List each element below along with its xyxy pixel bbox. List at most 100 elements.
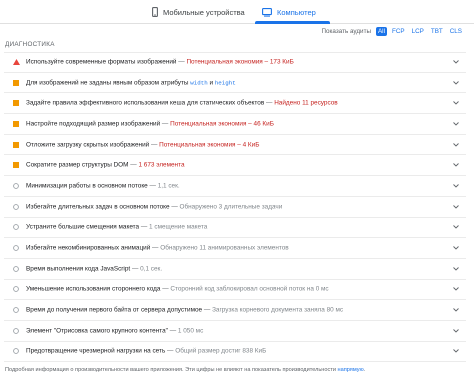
audit-row[interactable]: Избегайте некомбинированных анимаций — О… (4, 238, 466, 259)
filter-chip-cls[interactable]: CLS (448, 27, 464, 36)
audit-text: Используйте современные форматы изображе… (26, 59, 444, 66)
footnote-link[interactable]: напрямую (338, 367, 364, 373)
desktop-monitor-icon (262, 7, 272, 17)
info-circle-icon (13, 265, 19, 272)
audit-row[interactable]: Отложите загрузку скрытых изображений — … (4, 135, 466, 156)
info-circle-icon (13, 348, 19, 355)
info-circle-icon (13, 286, 19, 293)
audit-row[interactable]: Устраните большие смещения макета — 1 см… (4, 218, 466, 239)
chevron-down-icon[interactable] (453, 349, 459, 354)
audit-detail: Потенциальная экономия – 46 КиБ (170, 120, 274, 128)
audit-separator: — (149, 141, 160, 149)
info-circle-icon (13, 327, 19, 334)
chevron-down-icon[interactable] (453, 204, 459, 209)
filter-chip-all[interactable]: All (375, 27, 387, 36)
footnote-end: . (363, 367, 366, 373)
audit-row[interactable]: Время до получения первого байта от серв… (4, 300, 466, 321)
audit-row[interactable]: Настройте подходящий размер изображений … (4, 114, 466, 135)
audit-row[interactable]: Предотвращение чрезмерной нагрузки на се… (4, 342, 466, 363)
chevron-down-icon[interactable] (453, 60, 459, 64)
audit-text: Избегайте некомбинированных анимаций — О… (26, 245, 444, 252)
audit-row[interactable]: Для изображений не заданы явным образом … (4, 73, 466, 94)
audit-text: Уменьшение использования стороннего кода… (26, 286, 444, 293)
audit-separator: — (202, 306, 213, 314)
average-square-icon (13, 120, 19, 127)
audit-detail: Потенциальная экономия – 173 КиБ (186, 58, 294, 66)
audit-title-conjunction: и (207, 79, 215, 87)
chevron-down-icon[interactable] (453, 163, 459, 167)
audit-detail: Сторонний код заблокировал основной пото… (170, 285, 329, 293)
chevron-down-icon[interactable] (453, 308, 459, 312)
audit-detail: Потенциальная экономия – 4 КиБ (159, 141, 260, 149)
chevron-down-icon[interactable] (453, 246, 459, 250)
audit-text: Элемент "Отрисовка самого крупного конте… (26, 327, 444, 334)
audit-title: Избегайте некомбинированных анимаций (26, 244, 151, 252)
audit-title: Устраните большие смещения макета (26, 223, 140, 231)
audit-title: Время до получения первого байта от серв… (26, 306, 203, 314)
chevron-down-icon[interactable] (453, 225, 459, 229)
audit-text: Время до получения первого байта от серв… (26, 307, 444, 314)
audit-text: Отложите загрузку скрытых изображений — … (26, 141, 444, 148)
audit-text: Время выполнения кода JavaScript — 0,1 с… (26, 265, 444, 272)
chevron-down-icon[interactable] (453, 142, 459, 147)
audit-title: Для изображений не заданы явным образом … (26, 79, 191, 87)
audit-row[interactable]: Избегайте длительных задач в основном по… (4, 197, 466, 218)
audit-text: Для изображений не заданы явным образом … (26, 79, 444, 86)
audit-detail: Загрузка корневого документа заняла 80 м… (212, 306, 344, 314)
audit-text: Избегайте длительных задач в основном по… (26, 203, 444, 210)
audit-title: Элемент "Отрисовка самого крупного конте… (26, 327, 168, 335)
code-height: height (214, 79, 236, 87)
chevron-down-icon[interactable] (453, 80, 459, 85)
filter-chip-fcp[interactable]: FCP (390, 27, 407, 36)
filter-chip-lcp[interactable]: LCP (410, 27, 426, 36)
info-circle-icon (13, 245, 19, 251)
audit-row[interactable]: Минимизация работы в основном потоке — 1… (4, 176, 466, 197)
audit-title: Отложите загрузку скрытых изображений (26, 141, 150, 149)
audit-text: Настройте подходящий размер изображений … (26, 120, 444, 127)
chevron-down-icon[interactable] (453, 266, 459, 271)
audit-filter: Показать аудиты All FCP LCP TBT CLS (321, 26, 464, 37)
audit-separator: — (264, 99, 275, 107)
audit-detail: Общий размер достиг 838 КиБ (175, 347, 267, 355)
tab-mobile[interactable]: Мобильные устройства (152, 0, 245, 24)
audit-row[interactable]: Элемент "Отрисовка самого крупного конте… (4, 321, 466, 342)
audit-detail: Обнаружено 3 длительные задачи (179, 203, 283, 211)
diagnostics-heading: ДИАГНОСТИКА (5, 41, 55, 48)
audit-separator: — (165, 347, 176, 355)
chevron-down-icon[interactable] (453, 184, 459, 188)
audit-separator: — (167, 327, 178, 335)
audit-separator: — (150, 244, 161, 252)
audit-detail: 1,1 сек. (157, 182, 180, 190)
chevron-down-icon[interactable] (453, 287, 459, 292)
diagnostics-footnote: Подробная информация о производительност… (5, 367, 365, 373)
info-circle-icon (13, 203, 19, 210)
audit-separator: — (139, 223, 150, 231)
chevron-down-icon[interactable] (453, 328, 459, 333)
chevron-down-icon[interactable] (453, 101, 459, 105)
audit-separator: — (160, 285, 171, 293)
audit-title: Избегайте длительных задач в основном по… (26, 203, 170, 211)
audit-detail: Обнаружено 11 анимированных элементов (160, 244, 289, 252)
audit-text: Задайте правила эффективного использован… (26, 100, 444, 107)
average-square-icon (13, 79, 19, 86)
audit-separator: — (128, 161, 139, 169)
audit-row[interactable]: Уменьшение использования стороннего кода… (4, 280, 466, 301)
audit-title: Задайте правила эффективного использован… (26, 99, 265, 107)
chevron-down-icon[interactable] (453, 122, 459, 126)
audit-row[interactable]: Сократите размер структуры DOM — 1 673 э… (4, 155, 466, 177)
average-square-icon (13, 141, 19, 148)
audit-text: Минимизация работы в основном потоке — 1… (26, 182, 444, 189)
audit-separator: — (160, 120, 171, 128)
tab-desktop-label: Компьютер (277, 7, 316, 17)
footnote-text: Подробная информация о производительност… (5, 367, 338, 373)
filter-chip-tbt[interactable]: TBT (429, 27, 445, 36)
audit-separator: — (176, 58, 187, 66)
audit-detail: 1 050 мс (177, 327, 204, 335)
audit-row[interactable]: Задайте правила эффективного использован… (4, 93, 466, 115)
info-circle-icon (13, 183, 19, 189)
audit-title: Предотвращение чрезмерной нагрузки на се… (26, 347, 166, 355)
mobile-phone-icon (152, 7, 158, 17)
audit-separator: — (169, 203, 180, 211)
audit-row[interactable]: Используйте современные форматы изображе… (4, 52, 466, 73)
audit-row[interactable]: Время выполнения кода JavaScript — 0,1 с… (4, 259, 466, 280)
